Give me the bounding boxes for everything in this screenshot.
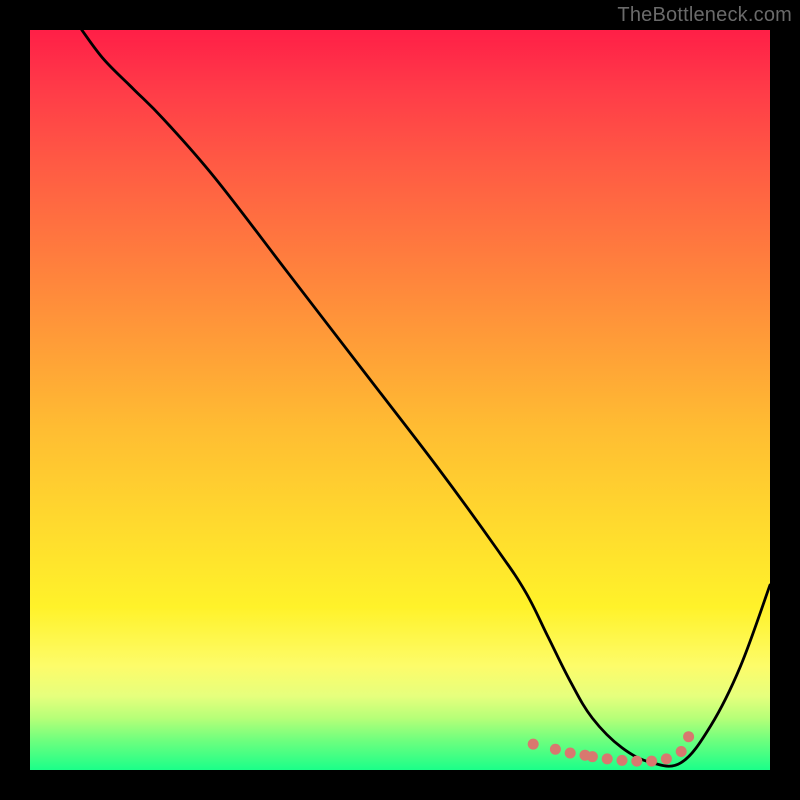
- marker-dot: [550, 744, 561, 755]
- marker-dot: [565, 747, 576, 758]
- marker-dot: [661, 753, 672, 764]
- plot-area: [30, 30, 770, 770]
- marker-dot: [646, 756, 657, 767]
- marker-dot: [683, 731, 694, 742]
- marker-dot: [587, 751, 598, 762]
- marker-dot: [676, 746, 687, 757]
- watermark-text: TheBottleneck.com: [617, 4, 792, 27]
- marker-dot: [631, 756, 642, 767]
- marker-dot: [617, 755, 628, 766]
- low-bottleneck-markers: [30, 30, 770, 770]
- marker-dot: [528, 739, 539, 750]
- marker-dot: [602, 753, 613, 764]
